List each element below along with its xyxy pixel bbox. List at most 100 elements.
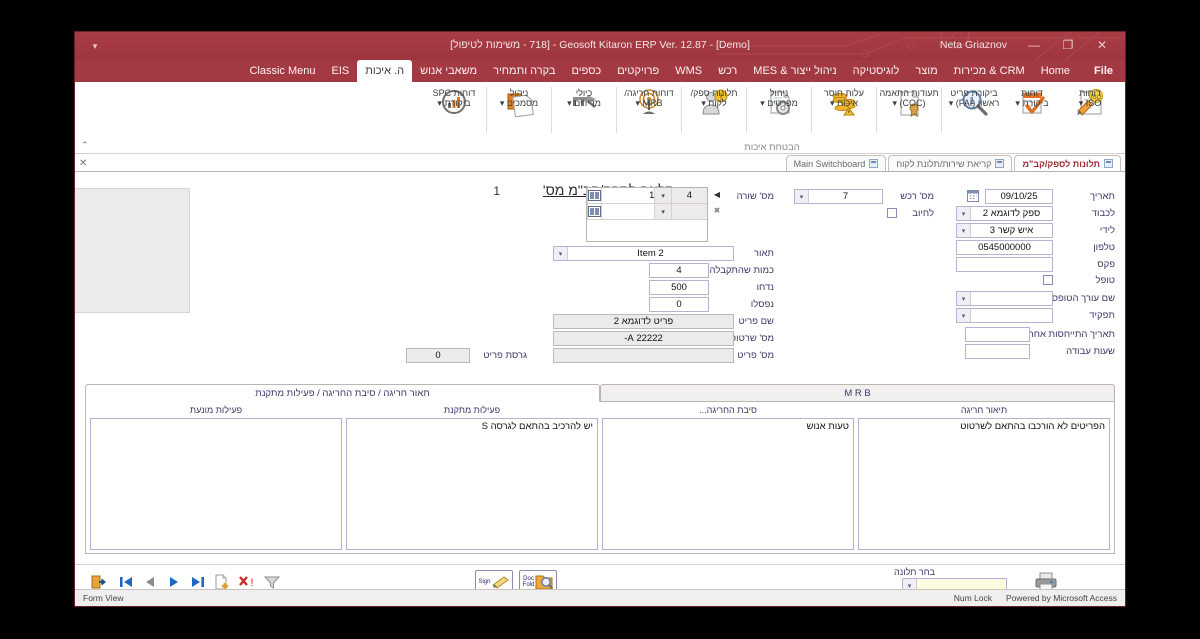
subform-filter-icon[interactable]: ✖ <box>711 206 723 215</box>
tab-deviation-description[interactable]: תאור חריגה / סיבת החריגה / פעילות מתקנת <box>85 384 600 402</box>
role-combo[interactable]: ▾ <box>956 308 1053 323</box>
phone-field[interactable]: 0545000000 <box>956 240 1053 255</box>
table-row[interactable]: ▾ <box>587 204 707 220</box>
description-combo[interactable]: ▾ Item 2 <box>553 246 734 261</box>
label-fax: פקס <box>1097 259 1115 270</box>
attention-combo[interactable]: ▾ איש קשר 3 <box>956 223 1053 238</box>
ribbon-button-audit-reports[interactable]: דוחות ביקורת ▾ <box>1003 85 1061 119</box>
row-dropdown-cell[interactable]: ▾ <box>654 188 671 203</box>
ribbon-button-iso-reports[interactable]: ISO דוחות ISO ▾ <box>1061 85 1119 119</box>
ribbon-tab-eis[interactable]: EIS <box>324 60 358 82</box>
minimize-button[interactable]: — <box>1017 32 1051 58</box>
label-last-reference-date: תאריך התייחסות אחרון <box>1023 329 1115 340</box>
quantity-received-field[interactable]: 4 <box>649 263 709 278</box>
row-dropdown-cell[interactable]: ▾ <box>654 204 671 219</box>
rejected-field[interactable]: 500 <box>649 280 709 295</box>
ribbon-button-certificate-of-conformance[interactable]: תעודות התאמה (COC) ▾ <box>879 85 939 119</box>
ribbon-button-label: דוחות ביקורת ▾ <box>1015 88 1049 108</box>
deviation-cause-textarea[interactable]: טעות אנוש <box>602 418 854 550</box>
ribbon-button-deviation-mrb[interactable]: דוחות חריגה/ MRB ▾ <box>620 85 678 119</box>
label-select-complaint: בחר תלונה <box>894 567 935 577</box>
close-button[interactable]: ✕ <box>1085 32 1119 58</box>
ribbon-tab-projects[interactable]: פרויקטים <box>609 60 667 82</box>
chevron-down-icon[interactable]: ▾ <box>957 224 971 237</box>
for-charge-checkbox[interactable] <box>887 208 897 218</box>
row-text-cell[interactable]: 1 <box>601 188 655 203</box>
ribbon-tab-control-pricing[interactable]: בקרה ותמחיר <box>485 60 563 82</box>
label-quantity-received: כמות שהתקבלה <box>709 265 774 276</box>
last-reference-date-field[interactable] <box>965 327 1030 342</box>
fax-field[interactable] <box>956 257 1053 272</box>
signature-icon <box>491 576 509 589</box>
ribbon-button-cost-of-poor-quality[interactable]: עלות חוסר איכות ▾ <box>815 85 873 119</box>
table-row[interactable]: 1 ▾ 4 <box>587 188 707 204</box>
ribbon-separator <box>681 87 682 133</box>
lower-tab-container: M R B תאור חריגה / סיבת החריגה / פעילות … <box>85 384 1115 554</box>
chevron-down-icon[interactable]: ▾ <box>795 190 809 203</box>
document-tab-supplier-complaints[interactable]: תלונות לספק/קב"מ <box>1014 155 1121 171</box>
ribbon-tab-file[interactable]: File <box>1078 60 1125 82</box>
ribbon-tab-classic-menu[interactable]: Classic Menu <box>241 60 323 82</box>
ribbon-tab-procurement[interactable]: רכש <box>710 60 745 82</box>
ribbon-tab-production-mes[interactable]: ניהול ייצור & MES <box>745 60 844 82</box>
ribbon-tab-logistics[interactable]: לוגיסטיקה <box>845 60 908 82</box>
row-datasheet-grid[interactable]: 1 ▾ 4 ▾ <box>586 187 708 242</box>
asset-number-combo[interactable]: ▾ 7 <box>794 189 883 204</box>
ribbon-tab-hr[interactable]: משאבי אנוש <box>412 60 485 82</box>
ribbon-button-first-article-inspection[interactable]: 1 ביקורת פריט ראשון (FAI) ▾ <box>945 85 1003 119</box>
chevron-up-icon[interactable]: ⌃ <box>81 140 89 151</box>
work-hours-field[interactable] <box>965 344 1030 359</box>
chevron-down-icon[interactable]: ▾ <box>554 247 568 260</box>
row-book-button[interactable] <box>587 204 601 219</box>
row-number-cell[interactable]: 4 <box>670 188 707 203</box>
close-document-icon[interactable]: ✕ <box>79 158 87 169</box>
ribbon-button-specification-management[interactable]: ניהול מפרטים ▾ <box>750 85 808 119</box>
disqualified-field[interactable]: 0 <box>649 297 709 312</box>
chevron-down-icon[interactable]: ▾ <box>957 207 971 220</box>
drawing-number-field: 22222 A- <box>553 331 734 346</box>
ribbon-tab-finance[interactable]: כספים <box>564 60 610 82</box>
form-author-value <box>971 292 1052 305</box>
row-text-cell[interactable] <box>601 204 655 219</box>
ribbon-button-document-management[interactable]: ניהול מסמכים ▾ <box>490 85 548 119</box>
ribbon-tab-strip: File Home CRM & מכירות מוצר לוגיסטיקה ני… <box>75 60 1125 82</box>
ribbon-button-label: תלונות ספק/ לקוח ▾ <box>690 88 738 108</box>
form-image-placeholder[interactable] <box>75 188 190 313</box>
ribbon-separator <box>811 87 812 133</box>
ribbon-tab-home[interactable]: Home <box>1033 60 1078 82</box>
ribbon-button-label: ניהול מפרטים ▾ <box>760 88 798 108</box>
ribbon-tab-product[interactable]: מוצר <box>907 60 945 82</box>
ribbon-button-supplier-customer-complaints[interactable]: ! תלונות ספק/ לקוח ▾ <box>685 85 743 119</box>
restore-button[interactable]: ❐ <box>1051 32 1085 58</box>
current-user-label: Neta Griaznov <box>939 39 1007 51</box>
deviation-description-textarea[interactable]: הפריטים לא הורכבו בהתאם לשרטוט <box>858 418 1110 550</box>
attention-value: איש קשר 3 <box>989 225 1034 236</box>
tab-mrb[interactable]: M R B <box>600 384 1115 402</box>
column-header: תיאור חריגה <box>960 405 1008 415</box>
ribbon-button-gauge-calibration[interactable]: כיולי מדידים ▾ <box>555 85 613 119</box>
ribbon-button-label: עלות חוסר איכות ▾ <box>823 88 865 108</box>
ribbon-tab-crm-sales[interactable]: CRM & מכירות <box>946 60 1033 82</box>
ribbon-button-spc-reports[interactable]: דוחות SPC ביקורת ▾ <box>425 85 483 119</box>
label-addressee: לכבוד <box>1091 208 1115 219</box>
form-author-combo[interactable]: ▾ <box>956 291 1053 306</box>
row-number-cell[interactable] <box>670 204 707 219</box>
preventive-action-textarea[interactable] <box>90 418 342 550</box>
document-tab-service-call[interactable]: קריאת שירות/תלונת לקוח <box>888 155 1013 171</box>
ribbon-tab-quality[interactable]: ה. איכות <box>357 60 413 82</box>
chevron-down-icon[interactable]: ▾ <box>957 309 971 322</box>
ribbon-tab-wms[interactable]: WMS <box>667 60 710 82</box>
row-book-button[interactable] <box>587 188 601 203</box>
addressee-combo[interactable]: ▾ ספק לדוגמא 2 <box>956 206 1053 221</box>
handled-checkbox[interactable] <box>1043 275 1053 285</box>
corrective-action-textarea[interactable]: יש להרכיב בהתאם לגרסה S <box>346 418 598 550</box>
title-bar: ▾ Geosoft Kitaron ERP Ver. 12.87 - [Demo… <box>75 32 1125 60</box>
label-attention: לידי <box>1099 225 1115 236</box>
chevron-down-icon[interactable]: ▾ <box>957 292 971 305</box>
subform-previous-icon[interactable]: ◀ <box>711 190 723 199</box>
calendar-icon[interactable] <box>967 190 979 202</box>
date-field[interactable]: 09/10/25 <box>985 189 1053 204</box>
column-corrective-action: פעילות מתקנת יש להרכיב בהתאם לגרסה S <box>346 405 598 550</box>
document-tab-main-switchboard[interactable]: Main Switchboard <box>785 155 887 171</box>
document-tab-bar: תלונות לספק/קב"מ קריאת שירות/תלונת לקוח … <box>75 154 1125 172</box>
